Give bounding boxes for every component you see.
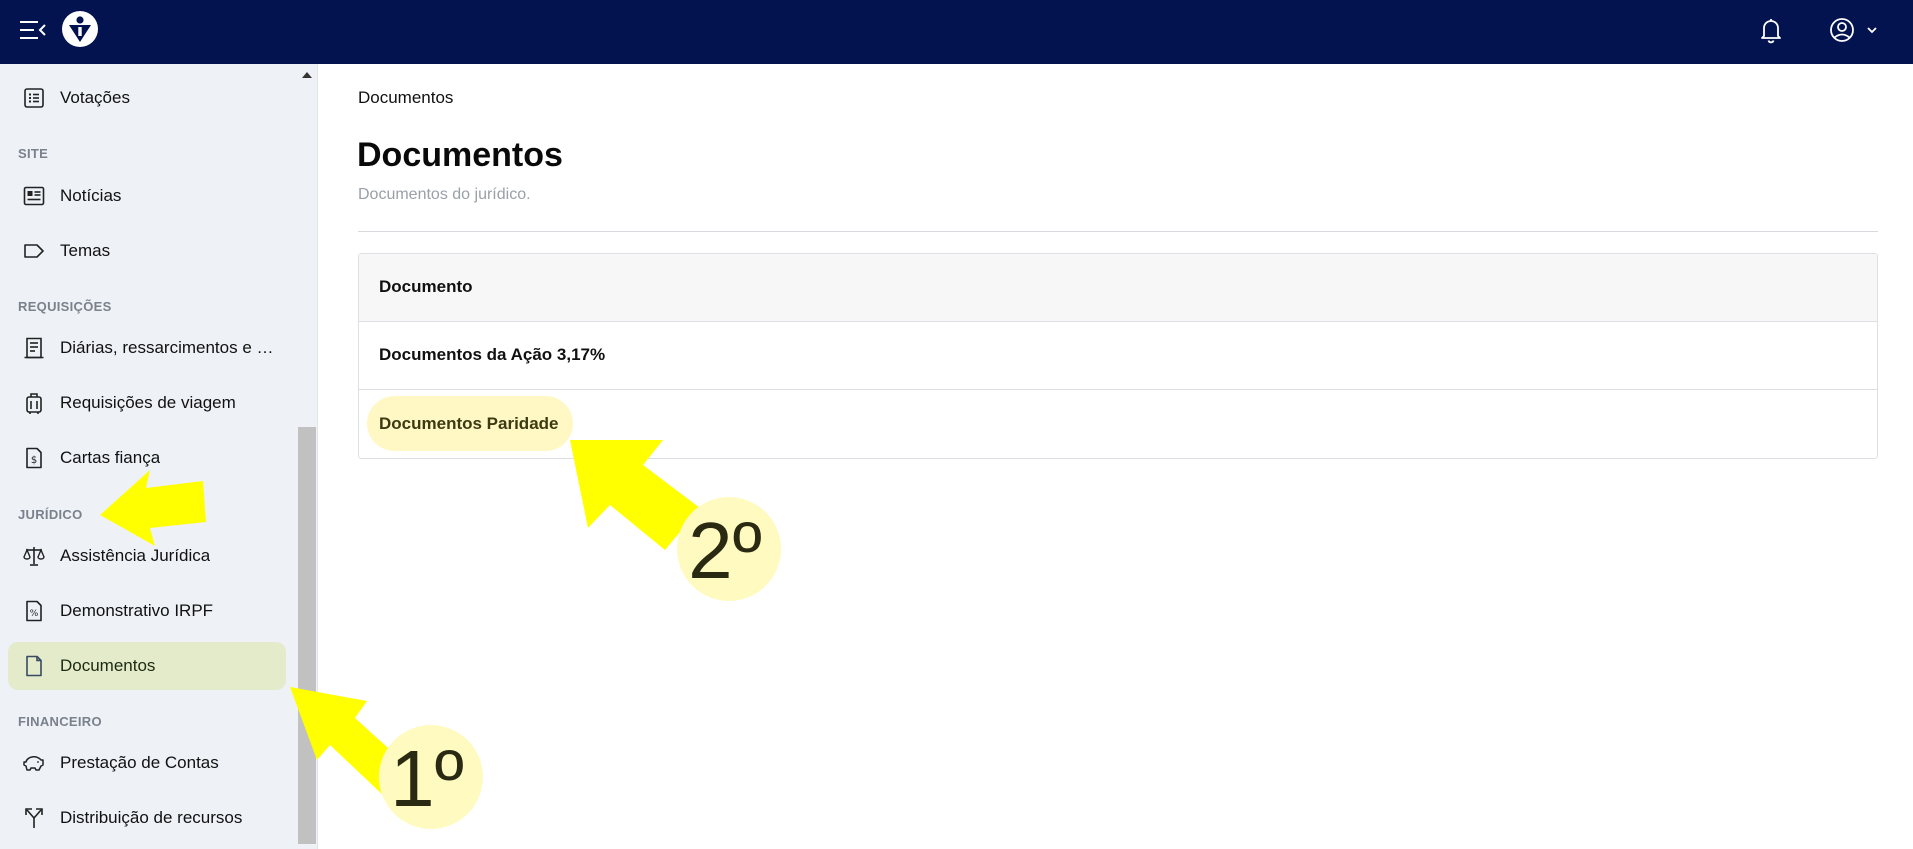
sidebar-item-prestacao-contas[interactable]: Prestação de Contas [8,739,286,787]
sidebar: Votações SITE Notícias Temas REQUISIÇÕES… [0,64,318,849]
piggy-bank-icon [23,756,44,771]
account-menu[interactable] [1827,15,1883,45]
section-financeiro: FINANCEIRO [18,714,102,729]
sidebar-item-requisicoes-viagem[interactable]: Requisições de viagem [8,379,286,427]
sidebar-item-label: Prestação de Contas [60,753,219,772]
sidebar-item-label: Assistência Jurídica [60,546,211,565]
newspaper-icon [23,186,45,206]
sidebar-item-distribuicao-recursos[interactable]: Distribuição de recursos [8,794,286,842]
document-link[interactable]: Documentos Paridade [379,414,559,434]
svg-text:$: $ [31,455,37,466]
document-icon [26,655,42,677]
sidebar-item-temas[interactable]: Temas [8,227,286,275]
bell-icon[interactable] [1758,16,1784,44]
sidebar-item-label: Demonstrativo IRPF [60,601,214,620]
app-logo[interactable] [62,11,98,47]
sidebar-scroll-thumb[interactable] [298,427,316,844]
table-row[interactable]: Documentos da Ação 3,17% [359,322,1877,390]
sidebar-item-label: Cartas fiança [60,448,161,467]
menu-collapse-icon[interactable] [18,18,48,44]
page-title: Documentos [357,136,563,174]
page-subtitle: Documentos do jurídico. [358,186,531,203]
split-arrows-icon [25,808,43,828]
svg-text:%: % [30,609,39,619]
column-header-documento: Documento [379,277,473,296]
divider [358,231,1878,232]
sidebar-item-demonstrativo-irpf[interactable]: % Demonstrativo IRPF [8,587,286,635]
section-site: SITE [18,146,49,161]
section-requisicoes: REQUISIÇÕES [18,299,112,314]
luggage-icon [26,393,42,414]
sidebar-item-label: Documentos [60,656,156,675]
annotation-badge-2 [677,497,781,601]
sidebar-item-label: Temas [60,241,111,260]
sidebar-item-assistencia-juridica[interactable]: Assistência Jurídica [8,532,286,580]
sidebar-item-label: Distribuição de recursos [60,808,243,827]
sidebar-item-cartas-fianca[interactable]: $ Cartas fiança [8,434,286,482]
annotation-step-2: 2º [688,506,762,595]
user-circle-icon [1830,18,1854,42]
sidebar-item-label: Votações [60,88,130,107]
sidebar-item-votacoes[interactable]: Votações [8,74,286,122]
scale-icon [23,547,45,566]
sidebar-item-documentos[interactable]: Documentos [8,642,286,690]
sidebar-item-label: Notícias [60,186,122,205]
sidebar-item-noticias[interactable]: Notícias [8,172,286,220]
breadcrumb[interactable]: Documentos [358,88,453,108]
sidebar-item-label: Diárias, ressarcimentos e adiantamentos [60,338,275,357]
annotation-badge-1 [379,725,483,829]
documents-table: Documento Documentos da Ação 3,17% Docum… [358,253,1878,459]
annotation-step-1: 1º [390,734,464,823]
section-juridico: JURÍDICO [18,507,83,522]
chevron-down-icon [1867,27,1877,34]
document-link[interactable]: Documentos da Ação 3,17% [379,345,605,365]
sidebar-item-diarias[interactable]: Diárias, ressarcimentos e adiantamentos [8,324,286,372]
top-bar [0,0,1913,64]
table-header: Documento [359,254,1877,322]
tag-icon [24,244,44,258]
table-row[interactable]: Documentos Paridade [359,391,1877,459]
checklist-icon [24,88,44,108]
sidebar-item-label: Requisições de viagem [60,393,236,412]
money-document-icon: $ [26,447,42,469]
receipt-icon [24,337,44,359]
percent-document-icon: % [26,600,42,622]
scroll-up-arrow-icon[interactable] [302,72,312,78]
